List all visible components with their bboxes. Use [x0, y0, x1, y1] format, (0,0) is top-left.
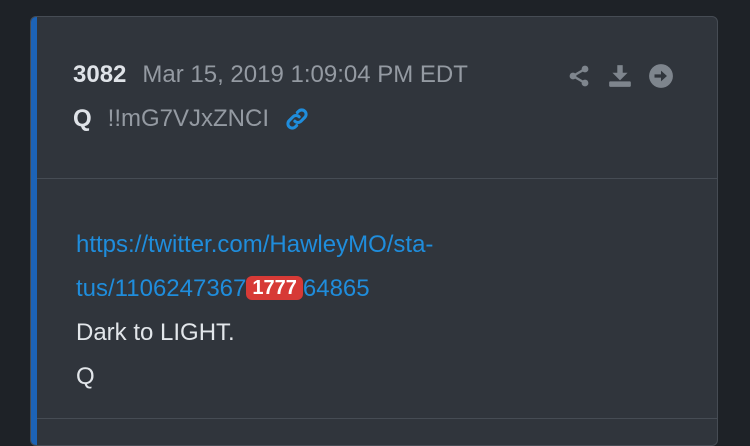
- number-badge: 1777: [246, 276, 303, 300]
- tweet-link-line2[interactable]: tus/1106247367 1777 64865: [76, 275, 370, 302]
- post-body: https://twitter.com/HawleyMO/sta- tus/11…: [37, 179, 717, 419]
- author-name: Q: [73, 105, 92, 132]
- post-actions: [565, 62, 688, 90]
- tripcode: !!mG7VJxZNCI: [107, 105, 270, 132]
- tweet-link-start: tus/1106247367: [76, 275, 247, 302]
- link-icon[interactable]: [283, 105, 311, 133]
- post-author: Q !!mG7VJxZNCI: [73, 105, 311, 133]
- post-signature: Q: [76, 363, 95, 390]
- post-content: https://twitter.com/HawleyMO/sta- tus/11…: [76, 223, 433, 399]
- post-date: Mar 15, 2019 1:09:04 PM EDT: [142, 61, 468, 88]
- post-meta: 3082 Mar 15, 2019 1:09:04 PM EDT: [73, 61, 468, 89]
- download-icon[interactable]: [606, 62, 634, 90]
- post-card: 3082 Mar 15, 2019 1:09:04 PM EDT Q !!mG7…: [30, 16, 718, 446]
- post-text: Dark to LIGHT.: [76, 319, 235, 346]
- divider: [37, 418, 717, 419]
- tweet-link-line1[interactable]: https://twitter.com/HawleyMO/sta-: [76, 231, 433, 258]
- share-icon[interactable]: [565, 62, 593, 90]
- tweet-link-end: 64865: [302, 275, 370, 302]
- arrow-right-circle-icon[interactable]: [647, 62, 675, 90]
- post-header: 3082 Mar 15, 2019 1:09:04 PM EDT Q !!mG7…: [37, 17, 717, 179]
- post-number: 3082: [73, 61, 127, 88]
